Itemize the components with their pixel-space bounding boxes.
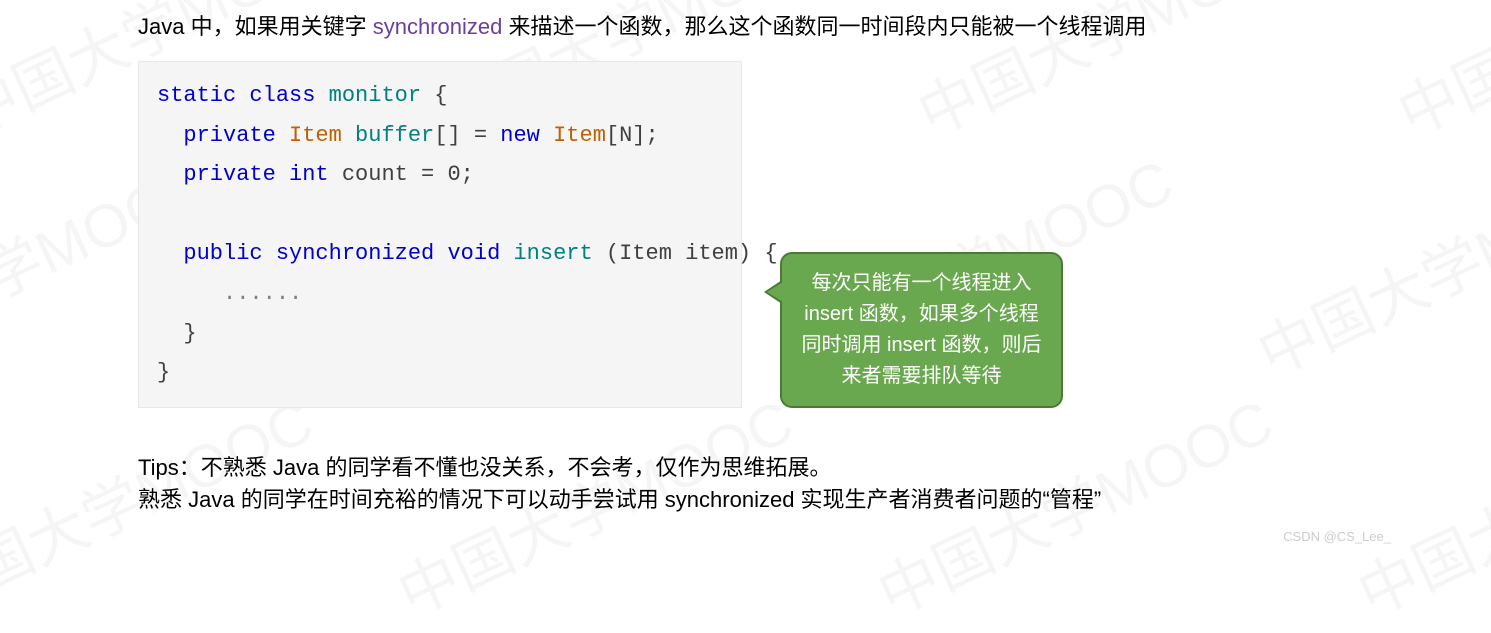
- code-brace: {: [421, 83, 447, 108]
- code-type: Item: [540, 123, 606, 148]
- main-content: Java 中，如果用关键字 synchronized 来描述一个函数，那么这个函…: [0, 0, 1491, 516]
- code-line-4: public synchronized void insert (Item it…: [157, 234, 721, 274]
- code-keyword: void: [447, 241, 500, 266]
- tips-line-2: 熟悉 Java 的同学在时间充裕的情况下可以动手尝试用 synchronized…: [138, 484, 1491, 516]
- code-line-3: private int count = 0;: [157, 155, 721, 195]
- footer-credit: CSDN @CS_Lee_: [1283, 529, 1391, 544]
- code-block: static class monitor { private Item buff…: [138, 61, 742, 408]
- code-text: [N];: [606, 123, 659, 148]
- code-line-5: ......: [157, 274, 721, 314]
- tips-line-1: Tips：不熟悉 Java 的同学看不懂也没关系，不会考，仅作为思维拓展。: [138, 452, 1491, 484]
- code-line-1: static class monitor {: [157, 76, 721, 116]
- code-line-6: }: [157, 314, 721, 354]
- code-class-name: monitor: [329, 83, 421, 108]
- annotation-text: 每次只能有一个线程进入 insert 函数，如果多个线程同时调用 insert …: [801, 272, 1041, 387]
- code-brace: }: [183, 321, 196, 346]
- code-keyword: synchronized: [276, 241, 434, 266]
- code-keyword: static: [157, 83, 236, 108]
- annotation-callout: 每次只能有一个线程进入 insert 函数，如果多个线程同时调用 insert …: [780, 252, 1063, 408]
- code-ellipsis: ......: [223, 281, 302, 306]
- code-keyword: int: [289, 162, 329, 187]
- code-keyword: private: [183, 123, 275, 148]
- intro-text-part1: Java 中，如果用关键字: [138, 14, 373, 39]
- intro-keyword: synchronized: [373, 14, 503, 39]
- intro-text-part2: 来描述一个函数，那么这个函数同一时间段内只能被一个线程调用: [502, 14, 1146, 39]
- code-brace: }: [157, 360, 170, 385]
- code-keyword: class: [249, 83, 315, 108]
- code-line-2: private Item buffer[] = new Item[N];: [157, 116, 721, 156]
- intro-paragraph: Java 中，如果用关键字 synchronized 来描述一个函数，那么这个函…: [138, 10, 1491, 43]
- code-line-blank: [157, 195, 721, 235]
- code-keyword: public: [183, 241, 262, 266]
- code-var: buffer: [355, 123, 434, 148]
- code-keyword: new: [500, 123, 540, 148]
- code-line-7: }: [157, 353, 721, 393]
- code-text: (Item item) {: [593, 241, 778, 266]
- tips-block: Tips：不熟悉 Java 的同学看不懂也没关系，不会考，仅作为思维拓展。 熟悉…: [138, 452, 1491, 516]
- code-text: [] =: [434, 123, 500, 148]
- code-text: count = 0;: [329, 162, 474, 187]
- code-type: Item: [289, 123, 342, 148]
- code-keyword: private: [183, 162, 275, 187]
- code-function: insert: [513, 241, 592, 266]
